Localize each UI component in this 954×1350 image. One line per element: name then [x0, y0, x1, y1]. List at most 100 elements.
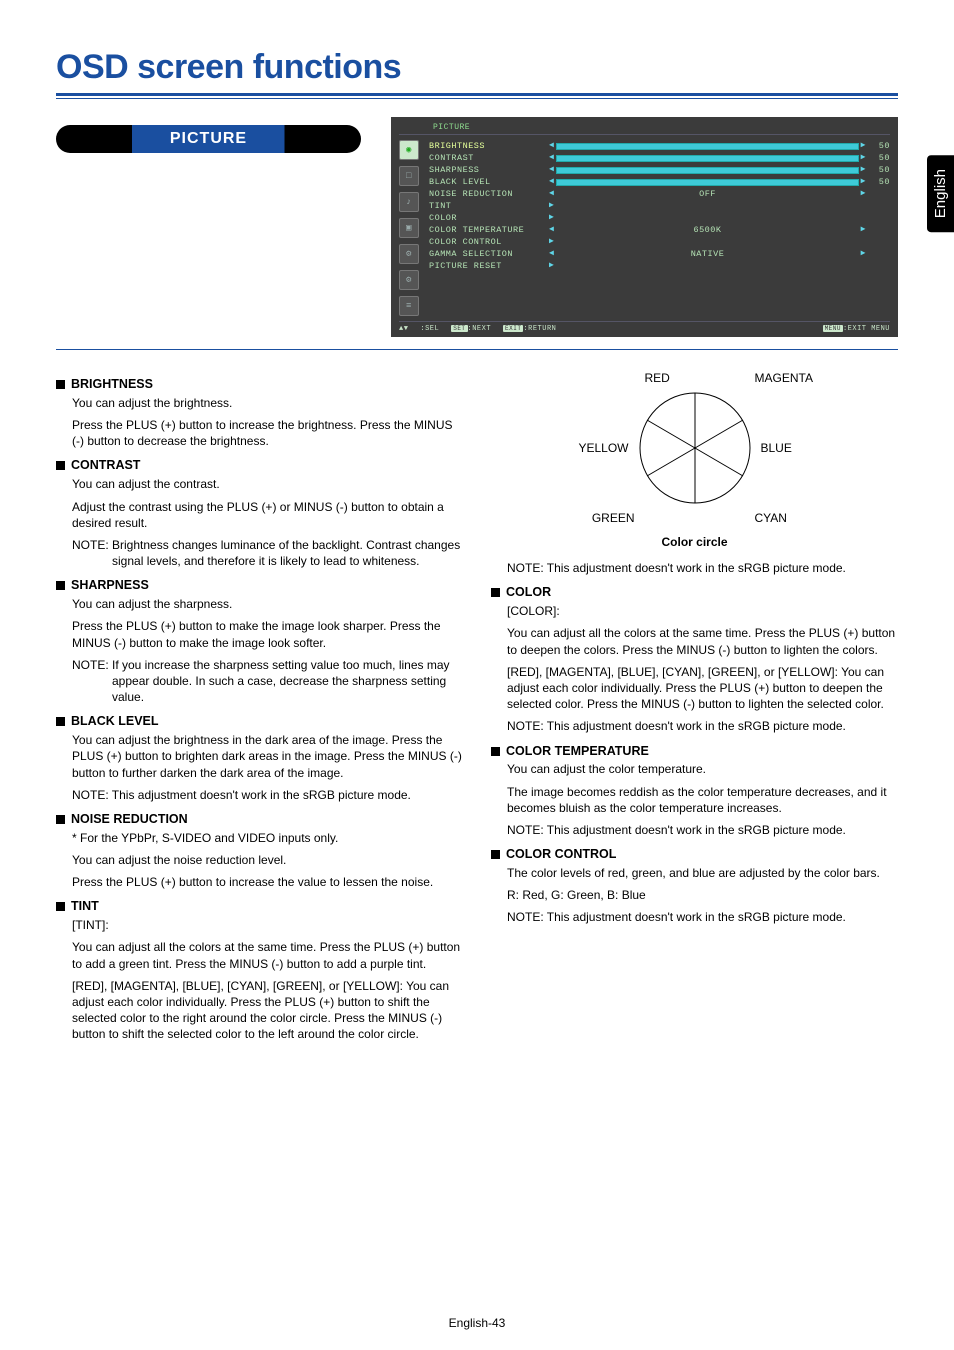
pip-icon: ▣ [399, 218, 419, 238]
audio-icon: ♪ [399, 192, 419, 212]
osd-row-value: 50 [866, 140, 890, 152]
item-paragraph: [COLOR]: [507, 603, 898, 619]
right-arrow-icon: ▶ [549, 212, 554, 224]
osd-header: PICTURE [399, 123, 890, 135]
item-heading: COLOR CONTROL [491, 846, 898, 863]
item-title: BLACK LEVEL [71, 713, 159, 730]
item-paragraph: You can adjust the brightness. [72, 395, 463, 411]
osd-row-label: PICTURE RESET [429, 260, 549, 272]
osd-row: BLACK LEVEL◀▶50 [429, 176, 890, 188]
osd-row: PICTURE RESET▶ [429, 260, 890, 272]
item-paragraph: [TINT]: [72, 917, 463, 933]
osd-row-label: COLOR CONTROL [429, 236, 549, 248]
item-heading: NOISE REDUCTION [56, 811, 463, 828]
item-paragraph: * For the YPbPr, S-VIDEO and VIDEO input… [72, 830, 463, 846]
item-paragraph: You can adjust the brightness in the dar… [72, 732, 463, 781]
item-heading: BRIGHTNESS [56, 376, 463, 393]
item-paragraph: The image becomes reddish as the color t… [507, 784, 898, 816]
osd-row-value: OFF [556, 188, 858, 200]
title-rule [56, 93, 898, 99]
osd-row-label: SHARPNESS [429, 164, 549, 176]
right-column: RED MAGENTA YELLOW BLUE GREEN CYAN Color… [491, 368, 898, 1049]
nav-arrows-icon: ▲▼ [399, 325, 408, 333]
item-heading: SHARPNESS [56, 577, 463, 594]
osd-footer: ▲▼:SEL SET:NEXT EXIT:RETURN MENU:EXIT ME… [399, 321, 890, 333]
osd-row-label: CONTRAST [429, 152, 549, 164]
item-title: SHARPNESS [71, 577, 149, 594]
slider-bar [556, 143, 858, 150]
item-title: COLOR [506, 584, 551, 601]
footer-exit: :EXIT MENU [843, 325, 890, 333]
divider [56, 349, 898, 350]
osd-row: BRIGHTNESS◀▶50 [429, 140, 890, 152]
square-bullet-icon [56, 461, 65, 470]
wheel-label-yellow: YELLOW [578, 440, 634, 456]
item-title: CONTRAST [71, 457, 140, 474]
right-arrow-icon: ▶ [549, 260, 554, 272]
square-bullet-icon [491, 747, 500, 756]
color-wheel-icon [635, 388, 755, 508]
square-bullet-icon [56, 902, 65, 911]
osd-row-value: 50 [866, 164, 890, 176]
item-note: NOTE: Brightness changes luminance of th… [72, 537, 463, 569]
osd-row-label: COLOR TEMPERATURE [429, 224, 549, 236]
item-note: NOTE: If you increase the sharpness sett… [72, 657, 463, 706]
section-pill-picture: PICTURE [56, 125, 361, 153]
left-arrow-icon: ◀ [549, 248, 554, 260]
osd-row-label: GAMMA SELECTION [429, 248, 549, 260]
slider-bar [556, 155, 858, 162]
item-paragraph: You can adjust the color temperature. [507, 761, 898, 777]
right-arrow-icon: ▶ [861, 224, 866, 236]
item-title: TINT [71, 898, 99, 915]
item-paragraph: Adjust the contrast using the PLUS (+) o… [72, 499, 463, 531]
square-bullet-icon [56, 717, 65, 726]
footer-sel: :SEL [420, 325, 439, 333]
osd-item-list: BRIGHTNESS◀▶50CONTRAST◀▶50SHARPNESS◀▶50B… [429, 138, 890, 321]
osd-row: GAMMA SELECTION◀NATIVE▶ [429, 248, 890, 260]
right-arrow-icon: ▶ [861, 188, 866, 200]
item-paragraph: [RED], [MAGENTA], [BLUE], [CYAN], [GREEN… [507, 664, 898, 713]
footer-exit-btn: MENU [823, 325, 843, 332]
left-arrow-icon: ◀ [549, 152, 554, 164]
osd-row-value: NATIVE [556, 248, 858, 260]
color-circle-figure: RED MAGENTA YELLOW BLUE GREEN CYAN Color… [491, 368, 898, 550]
right-arrow-icon: ▶ [549, 200, 554, 212]
wheel-label-red: RED [635, 370, 670, 386]
item-title: COLOR CONTROL [506, 846, 616, 863]
osd-row-label: COLOR [429, 212, 549, 224]
wheel-label-green: GREEN [592, 510, 635, 526]
left-arrow-icon: ◀ [549, 164, 554, 176]
left-arrow-icon: ◀ [549, 176, 554, 188]
osd-row-label: BLACK LEVEL [429, 176, 549, 188]
item-note: NOTE: This adjustment doesn't work in th… [507, 822, 898, 838]
footer-return: :RETURN [523, 325, 556, 333]
slider-bar [556, 167, 858, 174]
item-paragraph: You can adjust the contrast. [72, 476, 463, 492]
osd-row: COLOR CONTROL▶ [429, 236, 890, 248]
footer-return-btn: EXIT [503, 325, 523, 332]
right-arrow-icon: ▶ [861, 248, 866, 260]
wheel-label-magenta: MAGENTA [755, 370, 813, 386]
screen-icon: □ [399, 166, 419, 186]
wheel-label-cyan: CYAN [755, 510, 787, 526]
right-arrow-icon: ▶ [549, 236, 554, 248]
item-heading: COLOR [491, 584, 898, 601]
item-paragraph: You can adjust all the colors at the sam… [507, 625, 898, 657]
item-paragraph: You can adjust the sharpness. [72, 596, 463, 612]
osd-category-icons: ◉ □ ♪ ▣ ⚙ ⚙ ≡ [399, 138, 429, 321]
item-note: NOTE: This adjustment doesn't work in th… [72, 787, 463, 803]
osd-row: TINT▶ [429, 200, 890, 212]
language-tab: English [927, 155, 954, 232]
osd-row: COLOR▶ [429, 212, 890, 224]
osd-row-value: 50 [866, 152, 890, 164]
advanced-icon: ≡ [399, 296, 419, 316]
item-heading: CONTRAST [56, 457, 463, 474]
wheel-caption: Color circle [661, 534, 727, 550]
item-paragraph: R: Red, G: Green, B: Blue [507, 887, 898, 903]
osd-row: SHARPNESS◀▶50 [429, 164, 890, 176]
right-top-note: NOTE: This adjustment doesn't work in th… [507, 560, 898, 576]
page-number: English-43 [0, 1316, 954, 1330]
item-paragraph: The color levels of red, green, and blue… [507, 865, 898, 881]
item-heading: BLACK LEVEL [56, 713, 463, 730]
item-paragraph: [RED], [MAGENTA], [BLUE], [CYAN], [GREEN… [72, 978, 463, 1043]
